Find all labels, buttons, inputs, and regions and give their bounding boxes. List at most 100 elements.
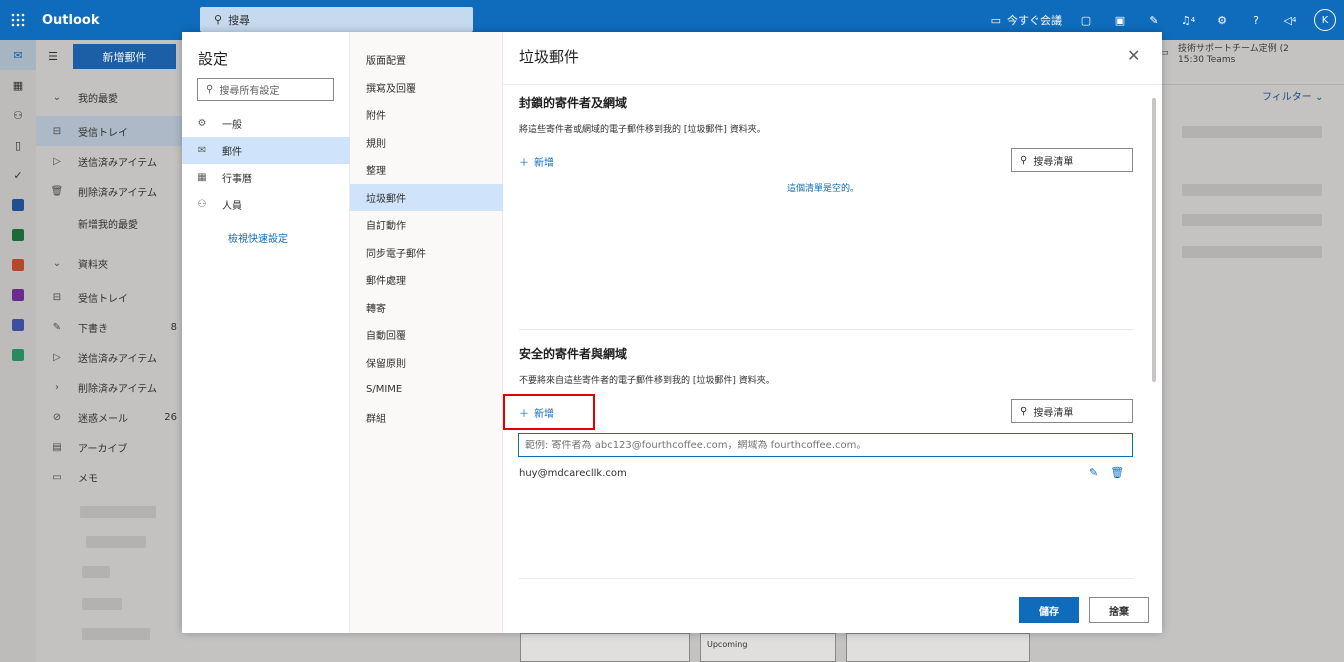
new-mail-button[interactable]: 新增郵件: [73, 44, 176, 69]
scrollbar[interactable]: [1152, 98, 1156, 382]
section-groups[interactable]: 群組: [350, 404, 503, 431]
folder-label: 削除済みアイテム: [78, 383, 157, 395]
blurred-folder: [86, 536, 146, 548]
safe-sender-entry: huy@mdcarecllk.com: [519, 468, 627, 479]
blurred-folder: [82, 628, 150, 640]
folder-item-inbox-fav[interactable]: ⊟ 受信トレイ: [36, 116, 201, 146]
category-label: 郵件: [222, 147, 242, 158]
word-app-icon[interactable]: [0, 190, 36, 220]
search-icon: ⚲: [214, 13, 223, 26]
gear-icon: ⚙: [197, 118, 207, 129]
mail-icon: ✉: [197, 145, 207, 156]
teams-icon[interactable]: ▣: [1110, 10, 1130, 30]
excel-app-icon[interactable]: [0, 220, 36, 250]
section-retention-policies[interactable]: 保留原則: [350, 349, 503, 376]
delete-trash-icon[interactable]: 🗑: [1110, 466, 1124, 479]
edit-pencil-icon[interactable]: ✎: [1089, 466, 1098, 479]
folder-item-drafts[interactable]: ✎ 下書き 8: [36, 312, 201, 342]
chevron-down-icon: ⌄: [52, 257, 62, 269]
section-junk-email[interactable]: 垃圾郵件: [350, 184, 503, 211]
favorites-header[interactable]: ⌄ 我的最愛: [36, 82, 201, 112]
app-rail: ✉ ▦ ⚇ ▯ ✓: [0, 40, 36, 662]
view-quick-settings-link[interactable]: 檢視快速設定: [228, 230, 288, 245]
junk-email-panel: 垃圾郵件 ✕ 封鎖的寄件者及網域 將這些寄件者或網域的電子郵件移到我的 [垃圾郵…: [503, 32, 1162, 633]
folder-item-inbox[interactable]: ⊟ 受信トレイ: [36, 282, 201, 312]
event-title: 技術サポートチーム定例 (2: [1178, 44, 1289, 54]
onenote-app-icon[interactable]: [0, 280, 36, 310]
safe-search-list[interactable]: ⚲ 搜尋清單: [1011, 399, 1133, 423]
section-custom-actions[interactable]: 自訂動作: [350, 211, 503, 238]
header-divider: [503, 84, 1162, 85]
calendar-app-icon[interactable]: ▦: [0, 70, 36, 100]
safe-senders-heading: 安全的寄件者與網域: [519, 347, 628, 361]
category-general[interactable]: ⚙ 一般: [182, 110, 350, 137]
blocked-search-list[interactable]: ⚲ 搜尋清單: [1011, 148, 1133, 172]
save-button[interactable]: 儲存: [1019, 597, 1079, 623]
meet-now-button[interactable]: ▭ 今すぐ会議: [991, 12, 1062, 28]
mail-app-icon[interactable]: ✉: [0, 40, 36, 70]
blurred-folder: [82, 566, 110, 578]
folder-item-junk[interactable]: ⊘ 迷惑メール 26: [36, 402, 201, 432]
chat-icon[interactable]: ▢: [1076, 10, 1096, 30]
upcoming-event[interactable]: ▭ 技術サポートチーム定例 (2 15:30 Teams: [1160, 44, 1289, 66]
archive-icon: ▤: [52, 441, 62, 453]
section-sweep[interactable]: 整理: [350, 156, 503, 183]
safe-sender-input[interactable]: [525, 439, 1132, 451]
folder-item-archive[interactable]: ▤ アーカイブ: [36, 432, 201, 462]
blocked-add-button[interactable]: ＋ 新增: [519, 154, 554, 169]
section-attachments[interactable]: 附件: [350, 101, 503, 128]
bell-icon[interactable]: ♫ 4: [1178, 10, 1198, 30]
category-mail[interactable]: ✉ 郵件: [182, 137, 350, 164]
settings-gear-icon[interactable]: ⚙: [1212, 10, 1232, 30]
category-label: 一般: [222, 120, 242, 131]
section-rules[interactable]: 規則: [350, 129, 503, 156]
app-name[interactable]: Outlook: [36, 13, 196, 28]
folder-label: 資料夾: [78, 259, 108, 271]
section-forwarding[interactable]: 轉寄: [350, 294, 503, 321]
powerpoint-app-icon[interactable]: [0, 250, 36, 280]
sway-app-icon[interactable]: [0, 340, 36, 370]
help-icon[interactable]: ?: [1246, 10, 1266, 30]
avatar[interactable]: K: [1314, 9, 1336, 31]
category-calendar[interactable]: ▦ 行事曆: [182, 164, 350, 191]
files-app-icon[interactable]: ▯: [0, 130, 36, 160]
section-layout[interactable]: 版面配置: [350, 46, 503, 73]
feedback-icon[interactable]: ✎: [1144, 10, 1164, 30]
entry-actions: ✎ 🗑: [1089, 466, 1124, 479]
folder-label: 受信トレイ: [78, 293, 128, 305]
pencil-icon: ✎: [52, 321, 62, 333]
folder-item-sent[interactable]: ▷ 送信済みアイテム: [36, 342, 201, 372]
teams-app-icon[interactable]: [0, 310, 36, 340]
upcoming-label: Upcoming: [707, 640, 748, 649]
inbox-icon: ⊟: [52, 125, 62, 137]
safe-add-button[interactable]: ＋ 新增: [519, 405, 554, 420]
discard-button[interactable]: 捨棄: [1089, 597, 1149, 623]
news-badge: 4: [1292, 16, 1297, 24]
hamburger-icon[interactable]: ☰: [48, 50, 58, 63]
section-automatic-replies[interactable]: 自動回覆: [350, 321, 503, 348]
filter-button[interactable]: フィルター ⌄: [1262, 88, 1323, 103]
add-favorite-link[interactable]: 新增我的最愛: [36, 208, 201, 238]
app-launcher-icon[interactable]: [0, 0, 36, 40]
calendar-icon: ▦: [197, 172, 207, 183]
chevron-right-icon: ›: [55, 381, 59, 393]
section-sync-email[interactable]: 同步電子郵件: [350, 239, 503, 266]
blocked-empty-message: 這個清單是空的。: [786, 184, 859, 194]
section-smime[interactable]: S/MIME: [350, 376, 503, 403]
todo-app-icon[interactable]: ✓: [0, 160, 36, 190]
category-people[interactable]: ⚇ 人員: [182, 191, 350, 218]
section-compose-reply[interactable]: 撰寫及回覆: [350, 74, 503, 101]
folder-item-deleted[interactable]: › 削除済みアイテム: [36, 372, 201, 402]
folders-header[interactable]: ⌄ 資料夾: [36, 248, 201, 278]
folder-item-notes[interactable]: ▭ メモ: [36, 462, 201, 492]
megaphone-icon[interactable]: ◁ 4: [1280, 10, 1300, 30]
folder-item-deleted-fav[interactable]: 🗑 削除済みアイテム: [36, 176, 201, 206]
settings-search[interactable]: ⚲ 搜尋所有設定: [197, 78, 334, 101]
close-icon[interactable]: ✕: [1127, 46, 1140, 65]
top-search-box[interactable]: ⚲ 搜尋: [200, 7, 473, 32]
folder-item-sent-fav[interactable]: ▷ 送信済みアイテム: [36, 146, 201, 176]
people-app-icon[interactable]: ⚇: [0, 100, 36, 130]
send-icon: ▷: [53, 155, 61, 167]
section-message-handling[interactable]: 郵件處理: [350, 266, 503, 293]
message-list-background: [1162, 40, 1344, 662]
